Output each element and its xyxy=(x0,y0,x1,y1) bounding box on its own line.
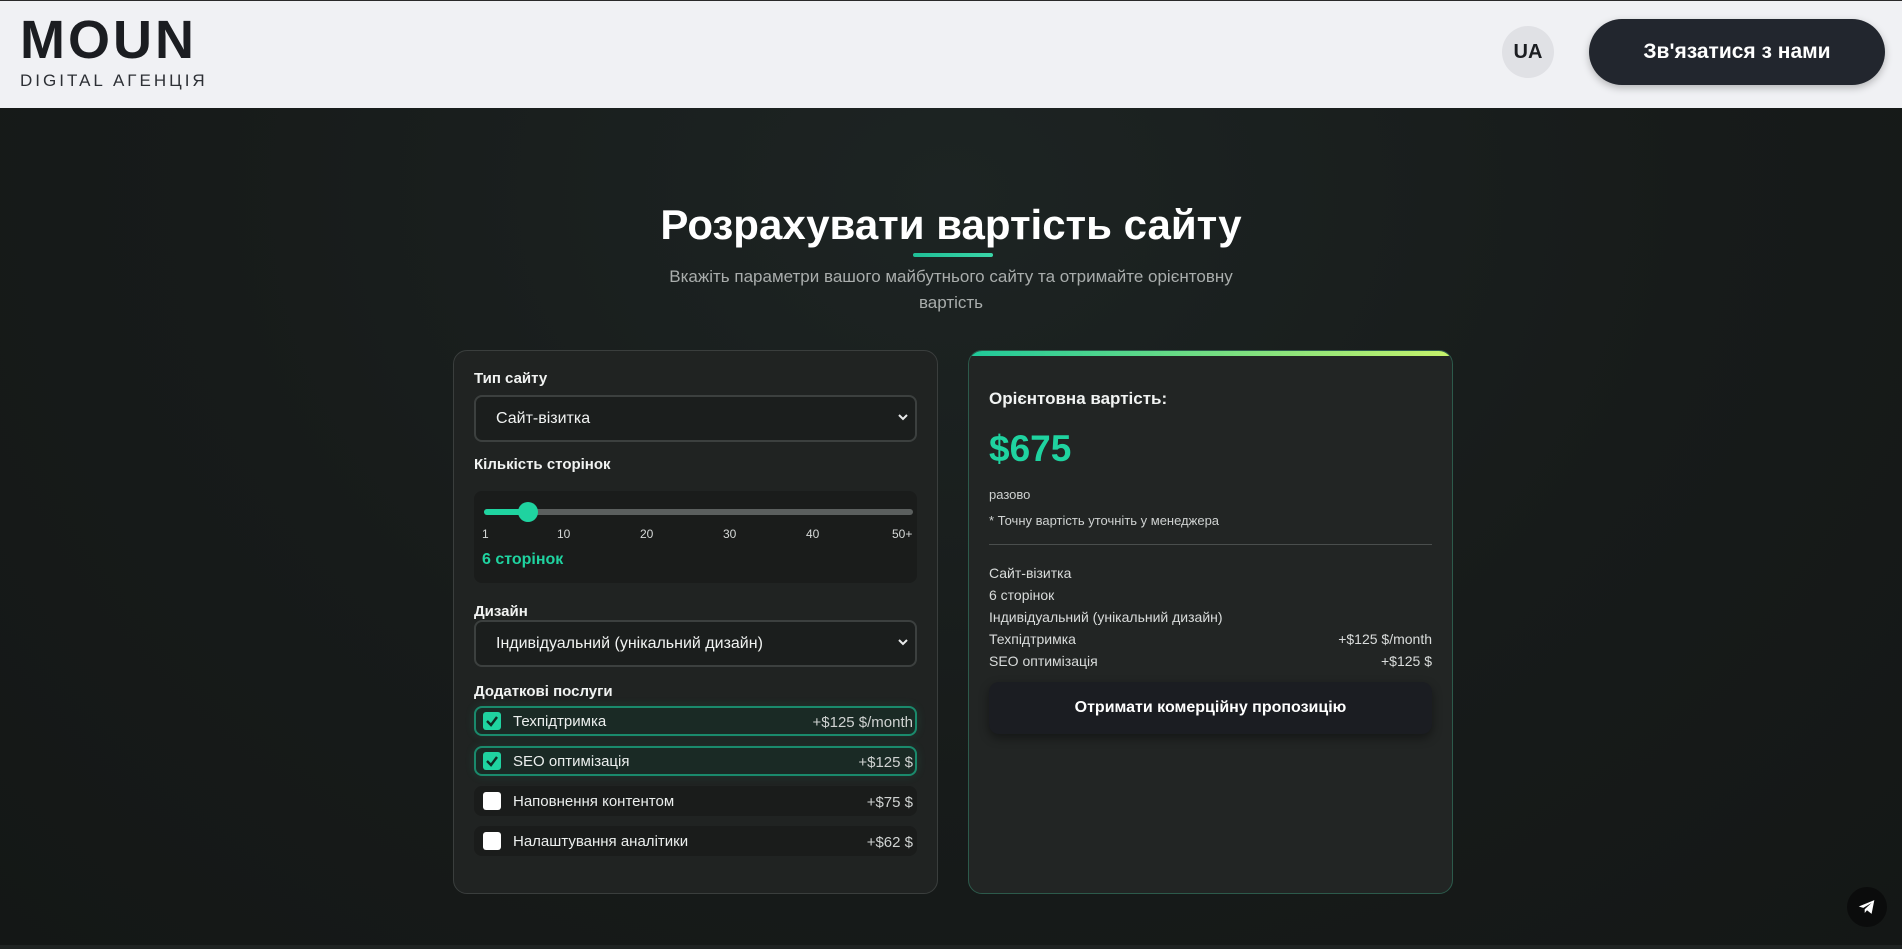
pages-slider-track[interactable] xyxy=(484,509,913,515)
estimate-price: $675 xyxy=(989,428,1072,469)
telegram-icon xyxy=(1858,900,1875,914)
logo-subtitle: DIGITAL АГЕНЦІЯ xyxy=(20,71,208,90)
design-value: Індивідуальний (унікальний дизайн) xyxy=(496,634,763,652)
check-icon xyxy=(486,716,498,727)
title-underline xyxy=(913,253,993,257)
chevron-down-icon xyxy=(897,410,909,426)
page-bottom-border xyxy=(0,945,1902,949)
content-checkbox[interactable] xyxy=(483,792,501,810)
get-offer-button[interactable]: Отримати комерційну пропозицію xyxy=(989,682,1432,734)
summary-row-value: +$125 $/month xyxy=(1338,631,1432,647)
site-type-label: Тип сайту xyxy=(474,370,548,387)
support-label: Техпідтримка xyxy=(513,712,607,730)
pages-slider-tick: 30 xyxy=(723,527,737,541)
calculator-form: Тип сайту Сайт-візитка Кількість сторіно… xyxy=(453,350,938,894)
pages-slider-tick: 10 xyxy=(557,527,571,541)
extra-seo[interactable]: SEO оптимізація +$125 $ xyxy=(474,746,917,776)
analytics-label: Налаштування аналітики xyxy=(513,832,689,850)
summary-row: 6 сторінок xyxy=(989,587,1432,603)
extra-support[interactable]: Техпідтримка +$125 $/month xyxy=(474,706,917,736)
extras-label: Додаткові послуги xyxy=(474,683,613,700)
language-switcher[interactable]: UA xyxy=(1502,26,1554,78)
design-label: Дизайн xyxy=(474,603,528,620)
telegram-button[interactable] xyxy=(1847,887,1887,927)
pages-slider-tick: 1 xyxy=(482,527,489,541)
summary-row: SEO оптимізація +$125 $ xyxy=(989,653,1432,669)
logo-text: MOUN xyxy=(20,10,197,70)
contact-us-button[interactable]: Зв'язатися з нами xyxy=(1589,19,1885,85)
seo-checkbox[interactable] xyxy=(483,752,501,770)
analytics-price: +$62 $ xyxy=(866,834,913,851)
summary-row-name: Індивідуальний (унікальний дизайн) xyxy=(989,609,1223,625)
pages-label: Кількість сторінок xyxy=(474,456,611,473)
pages-slider-ticks: 1 10 20 30 40 50+ xyxy=(474,527,917,543)
payment-type: разово xyxy=(989,487,1031,502)
extra-content[interactable]: Наповнення контентом +$75 $ xyxy=(474,786,917,816)
summary-accent-bar xyxy=(969,351,1452,356)
seo-price: +$125 $ xyxy=(858,754,913,771)
page-title: Розрахувати вартість сайту xyxy=(660,201,1242,248)
summary-row-name: SEO оптимізація xyxy=(989,653,1098,669)
summary-divider xyxy=(989,544,1432,545)
site-header: MOUN DIGITAL АГЕНЦІЯ UA Зв'язатися з нам… xyxy=(0,0,1902,108)
pages-slider-box: 1 10 20 30 40 50+ 6 сторінок xyxy=(474,491,917,583)
summary-row-name: 6 сторінок xyxy=(989,587,1055,603)
estimate-label: Орієнтовна вартість: xyxy=(989,389,1168,408)
content-price: +$75 $ xyxy=(866,794,913,811)
price-summary-card: Орієнтовна вартість: $675 разово * Точну… xyxy=(968,350,1453,894)
summary-row: Техпідтримка +$125 $/month xyxy=(989,631,1432,647)
pages-count: 6 сторінок xyxy=(482,551,564,568)
content-label: Наповнення контентом xyxy=(513,792,675,810)
extra-analytics[interactable]: Налаштування аналітики +$62 $ xyxy=(474,826,917,856)
site-type-value: Сайт-візитка xyxy=(496,409,591,427)
summary-row-value: +$125 $ xyxy=(1381,653,1432,669)
page-subtitle: Вкажіть параметри вашого майбутнього сай… xyxy=(669,267,1233,312)
pages-slider-tick: 20 xyxy=(640,527,654,541)
support-price: +$125 $/month xyxy=(812,714,914,731)
summary-row-name: Сайт-візитка xyxy=(989,565,1072,581)
pages-slider-tick: 50+ xyxy=(892,527,913,541)
seo-label: SEO оптимізація xyxy=(513,752,630,770)
summary-row: Сайт-візитка xyxy=(989,565,1432,581)
site-type-select[interactable]: Сайт-візитка xyxy=(474,395,917,442)
pages-slider-tick: 40 xyxy=(806,527,820,541)
price-note: * Точну вартість уточніть у менеджера xyxy=(989,513,1220,528)
check-icon xyxy=(486,756,498,767)
analytics-checkbox[interactable] xyxy=(483,832,501,850)
summary-row: Індивідуальний (унікальний дизайн) xyxy=(989,609,1432,625)
summary-row-name: Техпідтримка xyxy=(989,631,1076,647)
chevron-down-icon xyxy=(897,635,909,651)
pages-slider-thumb[interactable] xyxy=(517,502,538,522)
support-checkbox[interactable] xyxy=(483,712,501,730)
logo[interactable]: MOUN DIGITAL АГЕНЦІЯ xyxy=(20,13,208,91)
design-select[interactable]: Індивідуальний (унікальний дизайн) xyxy=(474,620,917,667)
